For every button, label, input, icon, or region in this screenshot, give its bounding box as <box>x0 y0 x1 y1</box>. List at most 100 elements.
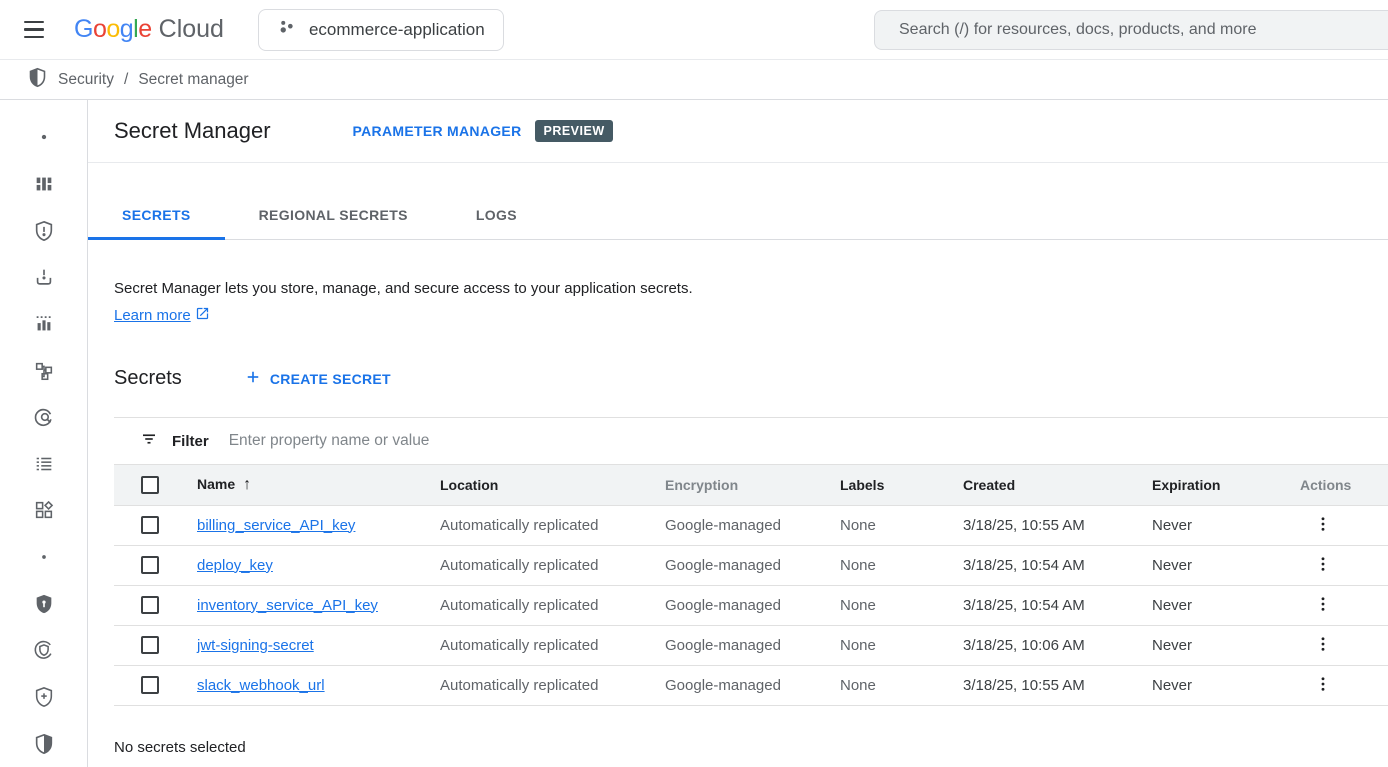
preview-badge: PREVIEW <box>535 120 612 142</box>
column-header-labels[interactable]: Labels <box>840 465 963 505</box>
breadcrumb-page: Secret manager <box>138 71 248 89</box>
description-text: Secret Manager lets you store, manage, a… <box>114 280 1388 297</box>
dashboard-blocks-icon[interactable] <box>20 161 68 208</box>
shield-plus-icon[interactable] <box>20 674 68 721</box>
global-search[interactable] <box>874 10 1388 50</box>
parameter-manager-link[interactable]: PARAMETER MANAGER <box>353 123 522 139</box>
logo-cloud-text: Cloud <box>159 15 224 44</box>
cell-encryption: Google-managed <box>665 505 840 545</box>
inbox-alert-icon[interactable] <box>20 254 68 301</box>
cell-encryption: Google-managed <box>665 545 840 585</box>
shield-lock-icon[interactable] <box>20 580 68 627</box>
cell-labels: None <box>840 505 963 545</box>
project-icon <box>277 17 297 42</box>
logo-letter: o <box>93 15 106 44</box>
learn-more-link[interactable]: Learn more <box>114 306 210 325</box>
apps-diamond-icon[interactable] <box>20 487 68 534</box>
filter-input[interactable] <box>229 432 1388 450</box>
cell-created: 3/18/25, 10:54 AM <box>963 545 1152 585</box>
google-cloud-logo: Google Cloud <box>74 15 224 44</box>
column-header-name[interactable]: Name <box>197 476 235 492</box>
filter-icon <box>140 430 158 453</box>
secrets-table: Name↑ Location Encryption Labels Created… <box>114 465 1388 706</box>
select-all-checkbox[interactable] <box>141 476 159 494</box>
project-name: ecommerce-application <box>309 20 485 40</box>
sort-ascending-icon[interactable]: ↑ <box>243 476 251 493</box>
cell-expiration: Never <box>1152 585 1300 625</box>
shield-half-icon[interactable] <box>20 720 68 767</box>
top-app-bar: Google Cloud ecommerce-application <box>0 0 1388 60</box>
table-row: deploy_key Automatically replicated Goog… <box>114 545 1388 585</box>
cell-encryption: Google-managed <box>665 625 840 665</box>
cell-expiration: Never <box>1152 625 1300 665</box>
tab-regional-secrets[interactable]: REGIONAL SECRETS <box>225 192 442 240</box>
row-actions-menu-icon[interactable] <box>1308 553 1338 578</box>
cell-expiration: Never <box>1152 665 1300 705</box>
row-actions-menu-icon[interactable] <box>1308 633 1338 658</box>
column-header-expiration[interactable]: Expiration <box>1152 465 1300 505</box>
logo-letter: e <box>138 15 151 44</box>
page-title: Secret Manager <box>114 118 271 144</box>
logo-letter: g <box>120 15 133 44</box>
plus-icon <box>244 368 262 389</box>
row-checkbox[interactable] <box>141 516 159 534</box>
shield-circle-icon[interactable] <box>20 627 68 674</box>
cell-encryption: Google-managed <box>665 665 840 705</box>
security-shield-icon <box>27 67 48 93</box>
column-header-location[interactable]: Location <box>440 465 665 505</box>
project-selector[interactable]: ecommerce-application <box>258 9 504 51</box>
external-link-icon <box>195 306 210 325</box>
hierarchy-icon[interactable] <box>20 347 68 394</box>
bar-chart-icon[interactable] <box>20 301 68 348</box>
tab-bar: SECRETS REGIONAL SECRETS LOGS <box>88 163 1388 240</box>
tab-logs[interactable]: LOGS <box>442 192 551 240</box>
menu-icon[interactable] <box>10 6 58 54</box>
create-secret-button[interactable]: CREATE SECRET <box>244 368 391 389</box>
row-checkbox[interactable] <box>141 596 159 614</box>
dot-icon[interactable] <box>20 114 68 161</box>
logo-letter: o <box>106 15 119 44</box>
dot-icon[interactable] <box>20 534 68 581</box>
secret-name-link[interactable]: slack_webhook_url <box>197 677 325 694</box>
cell-location: Automatically replicated <box>440 625 665 665</box>
search-scan-icon[interactable] <box>20 394 68 441</box>
breadcrumb-section[interactable]: Security <box>58 71 114 89</box>
secrets-heading-row: Secrets CREATE SECRET <box>88 367 1388 390</box>
row-checkbox[interactable] <box>141 556 159 574</box>
row-actions-menu-icon[interactable] <box>1308 513 1338 538</box>
breadcrumb: Security / Secret manager <box>0 60 1388 100</box>
row-actions-menu-icon[interactable] <box>1308 673 1338 698</box>
cell-labels: None <box>840 665 963 705</box>
table-row: jwt-signing-secret Automatically replica… <box>114 625 1388 665</box>
cell-location: Automatically replicated <box>440 505 665 545</box>
description-block: Secret Manager lets you store, manage, a… <box>88 240 1388 325</box>
column-header-created[interactable]: Created <box>963 465 1152 505</box>
tab-secrets[interactable]: SECRETS <box>88 192 225 240</box>
secret-name-link[interactable]: jwt-signing-secret <box>197 637 314 654</box>
row-checkbox[interactable] <box>141 636 159 654</box>
secret-name-link[interactable]: inventory_service_API_key <box>197 597 378 614</box>
create-secret-label: CREATE SECRET <box>270 371 391 387</box>
table-row: inventory_service_API_key Automatically … <box>114 585 1388 625</box>
cell-location: Automatically replicated <box>440 545 665 585</box>
row-actions-menu-icon[interactable] <box>1308 593 1338 618</box>
list-icon[interactable] <box>20 440 68 487</box>
secret-name-link[interactable]: billing_service_API_key <box>197 517 355 534</box>
column-header-actions: Actions <box>1300 465 1388 505</box>
secret-name-link[interactable]: deploy_key <box>197 557 273 574</box>
cell-location: Automatically replicated <box>440 665 665 705</box>
filter-bar[interactable]: Filter <box>114 418 1388 465</box>
cell-labels: None <box>840 545 963 585</box>
filter-label: Filter <box>172 433 209 450</box>
row-checkbox[interactable] <box>141 676 159 694</box>
main-content: Secret Manager PARAMETER MANAGER PREVIEW… <box>88 100 1388 767</box>
search-input[interactable] <box>899 21 1376 39</box>
table-header-row: Name↑ Location Encryption Labels Created… <box>114 465 1388 505</box>
shield-alert-icon[interactable] <box>20 207 68 254</box>
cell-location: Automatically replicated <box>440 585 665 625</box>
cell-labels: None <box>840 625 963 665</box>
selection-status-text: No secrets selected <box>114 739 1388 756</box>
cell-expiration: Never <box>1152 505 1300 545</box>
cell-labels: None <box>840 585 963 625</box>
cell-created: 3/18/25, 10:06 AM <box>963 625 1152 665</box>
